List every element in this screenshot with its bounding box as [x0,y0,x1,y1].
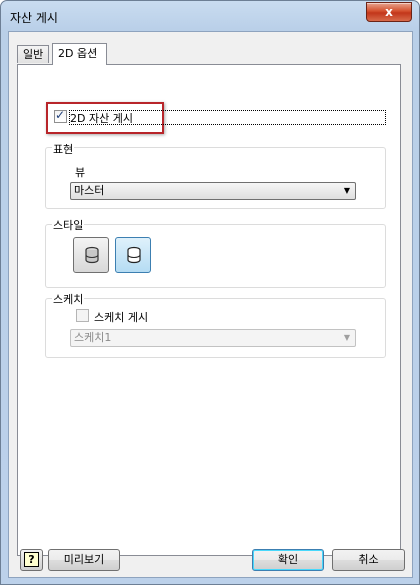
chevron-down-icon: ▼ [343,333,350,342]
cylinder-shaded-icon [85,246,99,264]
publish-sketch-label: 스케치 게시 [94,311,149,324]
window-title: 자산 게시 [10,11,58,25]
publish-asset-dialog: 자산 게시 x 일반 2D 옵션 ✓ 2D 자산 게시 표현 뷰 마스터 ▼ 스… [0,0,420,585]
checkmark-icon: ✓ [55,108,66,122]
publish-sketch-checkbox[interactable] [76,309,89,322]
tab-2d-options[interactable]: 2D 옵션 [52,43,107,65]
cancel-button[interactable]: 취소 [332,549,405,571]
style-shaded-button[interactable] [73,237,109,273]
ok-button[interactable]: 확인 [252,549,324,571]
view-dropdown-value: 마스터 [74,184,105,197]
view-dropdown[interactable]: 마스터 ▼ [70,182,356,200]
view-label: 뷰 [75,166,86,179]
style-group-label: 스타일 [52,217,85,233]
publish-2d-checkbox[interactable]: ✓ [54,108,67,123]
close-button[interactable]: x [366,2,412,22]
tab-panel-2d-options: ✓ 2D 자산 게시 표현 뷰 마스터 ▼ 스타일 스케치 스케치 게시 스케치… [17,64,401,556]
publish-2d-label: 2D 자산 게시 [70,112,133,125]
dialog-client-area: 일반 2D 옵션 ✓ 2D 자산 게시 표현 뷰 마스터 ▼ 스타일 스케치 스… [8,31,413,578]
chevron-down-icon: ▼ [343,186,350,195]
help-button[interactable]: ? [20,549,43,571]
sketch-group [45,298,386,358]
sketch-dropdown-value: 스케치1 [74,331,112,344]
title-bar[interactable]: 자산 게시 x [1,1,419,31]
tab-general[interactable]: 일반 [17,45,50,63]
style-outline-button[interactable] [115,237,151,273]
sketch-group-label: 스케치 [52,291,85,307]
close-icon: x [385,5,393,19]
sketch-dropdown[interactable]: 스케치1 ▼ [70,329,356,347]
preview-button[interactable]: 미리보기 [48,549,120,571]
help-icon: ? [24,552,39,567]
representation-group-label: 표현 [52,141,75,157]
cylinder-outline-icon [127,246,141,264]
